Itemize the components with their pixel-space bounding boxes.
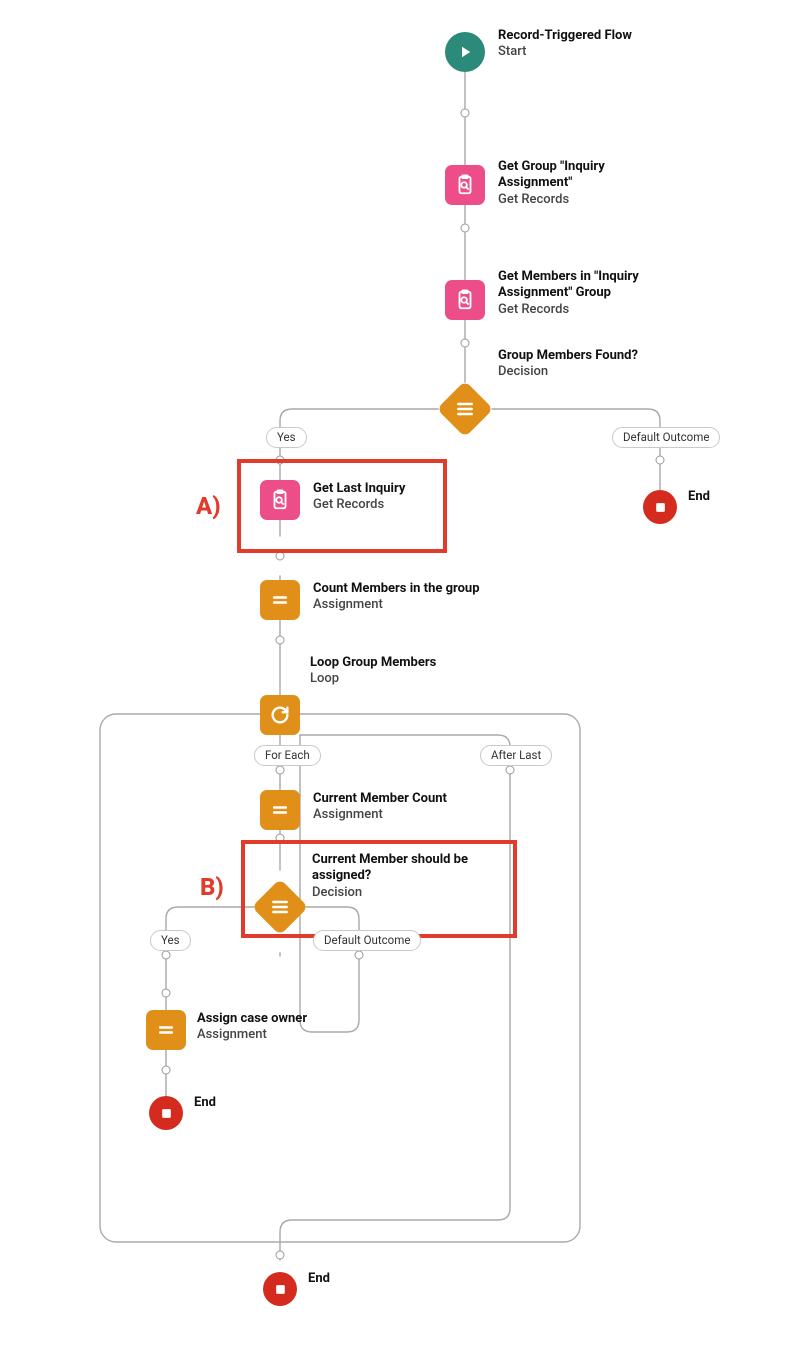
connector-dot [162, 1066, 171, 1075]
get-last-inquiry-title: Get Last Inquiry [313, 481, 405, 497]
connector-dot [461, 339, 470, 348]
connector-dot [461, 224, 470, 233]
current-count-title: Current Member Count [313, 791, 447, 807]
branch-default-1[interactable]: Default Outcome [612, 427, 720, 448]
stop-icon [274, 1283, 287, 1296]
connector-dot [276, 766, 285, 775]
assignment-icon [156, 1020, 176, 1040]
stop-icon [160, 1107, 173, 1120]
end-node-1[interactable] [643, 490, 677, 524]
flow-canvas: Record-Triggered Flow Start Get Group "I… [0, 0, 802, 1352]
get-members-label: Get Members in "Inquiry Assignment" Grou… [498, 269, 678, 318]
current-count-node[interactable] [260, 790, 300, 830]
loop-icon [269, 704, 291, 726]
connector-dot [276, 1251, 285, 1260]
assign-owner-label: Assign case owner Assignment [197, 1011, 307, 1044]
should-assign-sub: Decision [312, 885, 482, 901]
get-records-icon [454, 174, 476, 196]
loop-node[interactable] [260, 695, 300, 735]
connector-dot [162, 989, 171, 998]
end-1-label: End [688, 489, 710, 505]
decision-icon [270, 897, 290, 917]
play-icon [456, 43, 474, 61]
end-3-label: End [308, 1271, 330, 1287]
members-found-decision[interactable] [437, 381, 494, 438]
loop-sub: Loop [310, 671, 436, 687]
assignment-icon [270, 800, 290, 820]
assign-owner-title: Assign case owner [197, 1011, 307, 1027]
end-node-2[interactable] [149, 1096, 183, 1130]
connector-dot [276, 636, 285, 645]
connector-dot [461, 109, 470, 118]
assignment-icon [270, 590, 290, 610]
get-records-icon [454, 289, 476, 311]
connector-dot [355, 951, 364, 960]
get-last-inquiry-label: Get Last Inquiry Get Records [313, 481, 405, 514]
count-members-sub: Assignment [313, 597, 480, 613]
branch-for-each[interactable]: For Each [254, 745, 321, 766]
end-1-title: End [688, 489, 710, 505]
members-found-sub: Decision [498, 364, 638, 380]
annotation-a: A) [196, 492, 221, 520]
should-assign-label: Current Member should be assigned? Decis… [312, 852, 482, 901]
start-label: Record-Triggered Flow Start [498, 28, 632, 61]
current-count-label: Current Member Count Assignment [313, 791, 447, 824]
annotation-b: B) [200, 873, 224, 901]
get-group-sub: Get Records [498, 192, 678, 208]
start-title: Record-Triggered Flow [498, 28, 632, 44]
get-last-inquiry-node[interactable] [260, 480, 300, 520]
count-members-node[interactable] [260, 580, 300, 620]
get-members-node[interactable] [445, 280, 485, 320]
get-last-inquiry-sub: Get Records [313, 497, 405, 513]
get-group-node[interactable] [445, 165, 485, 205]
should-assign-title: Current Member should be assigned? [312, 852, 482, 885]
members-found-label: Group Members Found? Decision [498, 348, 638, 381]
get-members-title: Get Members in "Inquiry Assignment" Grou… [498, 269, 678, 302]
get-members-sub: Get Records [498, 302, 678, 318]
connector-dot [656, 456, 665, 465]
branch-after-last[interactable]: After Last [480, 745, 552, 766]
count-members-label: Count Members in the group Assignment [313, 581, 480, 614]
start-sub: Start [498, 44, 632, 60]
start-node[interactable] [445, 32, 485, 72]
get-records-icon [269, 489, 291, 511]
end-node-3[interactable] [263, 1272, 297, 1306]
stop-icon [654, 501, 667, 514]
branch-yes-1[interactable]: Yes [266, 427, 307, 448]
decision-icon [455, 399, 475, 419]
connector-dot [506, 766, 515, 775]
end-2-title: End [194, 1095, 216, 1111]
branch-default-2[interactable]: Default Outcome [313, 930, 421, 951]
get-group-label: Get Group "Inquiry Assignment" Get Recor… [498, 159, 678, 208]
assign-owner-node[interactable] [146, 1010, 186, 1050]
loop-label: Loop Group Members Loop [310, 655, 436, 688]
assign-owner-sub: Assignment [197, 1027, 307, 1043]
end-3-title: End [308, 1271, 330, 1287]
branch-yes-2[interactable]: Yes [150, 930, 191, 951]
end-2-label: End [194, 1095, 216, 1111]
loop-title: Loop Group Members [310, 655, 436, 671]
get-group-title: Get Group "Inquiry Assignment" [498, 159, 678, 192]
count-members-title: Count Members in the group [313, 581, 480, 597]
members-found-title: Group Members Found? [498, 348, 638, 364]
current-count-sub: Assignment [313, 807, 447, 823]
connector-dot [162, 951, 171, 960]
